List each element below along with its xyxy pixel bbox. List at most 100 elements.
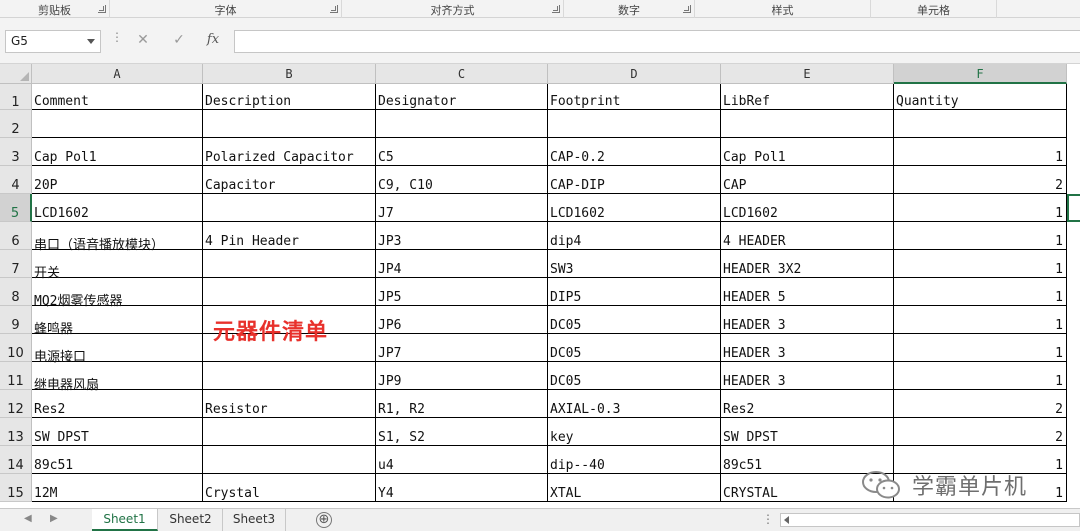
cell-c1[interactable]: Designator <box>376 84 548 110</box>
cell-e7[interactable]: HEADER 3X2 <box>721 250 894 278</box>
cell-b13[interactable] <box>203 418 376 446</box>
cell-d13[interactable]: key <box>548 418 721 446</box>
cell-c4[interactable]: C9, C10 <box>376 166 548 194</box>
row-header[interactable]: 7 <box>0 250 32 278</box>
cell-a13[interactable]: SW DPST <box>32 418 203 446</box>
cell-b4[interactable]: Capacitor <box>203 166 376 194</box>
formula-input[interactable] <box>234 30 1080 53</box>
cell-a4[interactable]: 20P <box>32 166 203 194</box>
sheet-tab-sheet2[interactable]: Sheet2 <box>159 509 223 531</box>
select-all-corner[interactable] <box>0 64 32 84</box>
cell-b11[interactable] <box>203 362 376 390</box>
cell-d11[interactable]: DC05 <box>548 362 721 390</box>
cell-f9[interactable]: 1 <box>894 306 1067 334</box>
add-sheet-button[interactable]: ⊕ <box>316 512 332 528</box>
cancel-icon[interactable]: ✕ <box>132 32 154 52</box>
row-header[interactable]: 8 <box>0 278 32 306</box>
cell-b15[interactable]: Crystal <box>203 474 376 502</box>
cell-d7[interactable]: SW3 <box>548 250 721 278</box>
cell-b2[interactable] <box>203 110 376 138</box>
cell-a1[interactable]: Comment <box>32 84 203 110</box>
cell-f12[interactable]: 2 <box>894 390 1067 418</box>
cell-f2[interactable] <box>894 110 1067 138</box>
cell-e4[interactable]: CAP <box>721 166 894 194</box>
row-header[interactable]: 13 <box>0 418 32 446</box>
row-header[interactable]: 5 <box>0 194 32 222</box>
cell-f4[interactable]: 2 <box>894 166 1067 194</box>
cell-c10[interactable]: JP7 <box>376 334 548 362</box>
insert-function-icon[interactable]: fx <box>202 32 224 52</box>
cell-e9[interactable]: HEADER 3 <box>721 306 894 334</box>
cell-d2[interactable] <box>548 110 721 138</box>
cell-d5[interactable]: LCD1602 <box>548 194 721 222</box>
cell-f3[interactable]: 1 <box>894 138 1067 166</box>
cell-a3[interactable]: Cap Pol1 <box>32 138 203 166</box>
cell-d8[interactable]: DIP5 <box>548 278 721 306</box>
name-box[interactable]: G5 <box>5 30 101 53</box>
cell-a9[interactable]: 蜂鸣器 <box>32 306 203 337</box>
cell-f11[interactable]: 1 <box>894 362 1067 390</box>
cell-d4[interactable]: CAP-DIP <box>548 166 721 194</box>
cell-c8[interactable]: JP5 <box>376 278 548 306</box>
cell-a10[interactable]: 电源接口 <box>32 334 203 365</box>
cell-d15[interactable]: XTAL <box>548 474 721 502</box>
cell-c12[interactable]: R1, R2 <box>376 390 548 418</box>
formula-bar-separator[interactable]: ⋮ <box>111 31 123 49</box>
column-header-d[interactable]: D <box>548 64 721 84</box>
tab-split-handle[interactable]: ⋮ <box>762 512 774 526</box>
cell-f1[interactable]: Quantity <box>894 84 1067 110</box>
cell-d10[interactable]: DC05 <box>548 334 721 362</box>
cell-b14[interactable] <box>203 446 376 474</box>
cell-d12[interactable]: AXIAL-0.3 <box>548 390 721 418</box>
column-header-c[interactable]: C <box>376 64 548 84</box>
cell-c3[interactable]: C5 <box>376 138 548 166</box>
row-header[interactable]: 14 <box>0 446 32 474</box>
cell-d9[interactable]: DC05 <box>548 306 721 334</box>
dialog-launcher-icon[interactable] <box>330 5 338 13</box>
cell-a15[interactable]: 12M <box>32 474 203 502</box>
spreadsheet-grid[interactable]: 元器件清单 A B C D E F 1 Comment Description Designato… <box>0 64 1080 508</box>
row-header[interactable]: 4 <box>0 166 32 194</box>
scroll-tabs-left-icon[interactable]: ◀ <box>24 513 32 524</box>
cell-e3[interactable]: Cap Pol1 <box>721 138 894 166</box>
cell-a12[interactable]: Res2 <box>32 390 203 418</box>
enter-icon[interactable]: ✓ <box>168 32 190 52</box>
cell-e11[interactable]: HEADER 3 <box>721 362 894 390</box>
cell-c6[interactable]: JP3 <box>376 222 548 250</box>
active-cell-g5[interactable] <box>1067 194 1080 222</box>
column-header-f[interactable]: F <box>894 64 1067 84</box>
cell-b12[interactable]: Resistor <box>203 390 376 418</box>
horizontal-scrollbar[interactable] <box>780 513 1080 527</box>
cell-e13[interactable]: SW DPST <box>721 418 894 446</box>
cell-f5[interactable]: 1 <box>894 194 1067 222</box>
dialog-launcher-icon[interactable] <box>552 5 560 13</box>
cell-c15[interactable]: Y4 <box>376 474 548 502</box>
cell-e2[interactable] <box>721 110 894 138</box>
cell-c11[interactable]: JP9 <box>376 362 548 390</box>
cell-f13[interactable]: 2 <box>894 418 1067 446</box>
row-header[interactable]: 9 <box>0 306 32 334</box>
cell-b8[interactable] <box>203 278 376 306</box>
cell-d14[interactable]: dip--40 <box>548 446 721 474</box>
row-header[interactable]: 12 <box>0 390 32 418</box>
column-header-a[interactable]: A <box>32 64 203 84</box>
cell-a2[interactable] <box>32 110 203 138</box>
cell-b7[interactable] <box>203 250 376 278</box>
cell-f8[interactable]: 1 <box>894 278 1067 306</box>
sheet-tab-sheet3[interactable]: Sheet3 <box>223 509 286 531</box>
cell-c2[interactable] <box>376 110 548 138</box>
cell-d1[interactable]: Footprint <box>548 84 721 110</box>
cell-c9[interactable]: JP6 <box>376 306 548 334</box>
row-header[interactable]: 2 <box>0 110 32 138</box>
scroll-left-icon[interactable] <box>784 516 789 524</box>
column-header-b[interactable]: B <box>203 64 376 84</box>
cell-b5[interactable] <box>203 194 376 222</box>
cell-c14[interactable]: u4 <box>376 446 548 474</box>
cell-b1[interactable]: Description <box>203 84 376 110</box>
row-header[interactable]: 3 <box>0 138 32 166</box>
cell-d6[interactable]: dip4 <box>548 222 721 250</box>
cell-e1[interactable]: LibRef <box>721 84 894 110</box>
cell-a7[interactable]: 开关 <box>32 250 203 281</box>
cell-e6[interactable]: 4 HEADER <box>721 222 894 250</box>
cell-f10[interactable]: 1 <box>894 334 1067 362</box>
